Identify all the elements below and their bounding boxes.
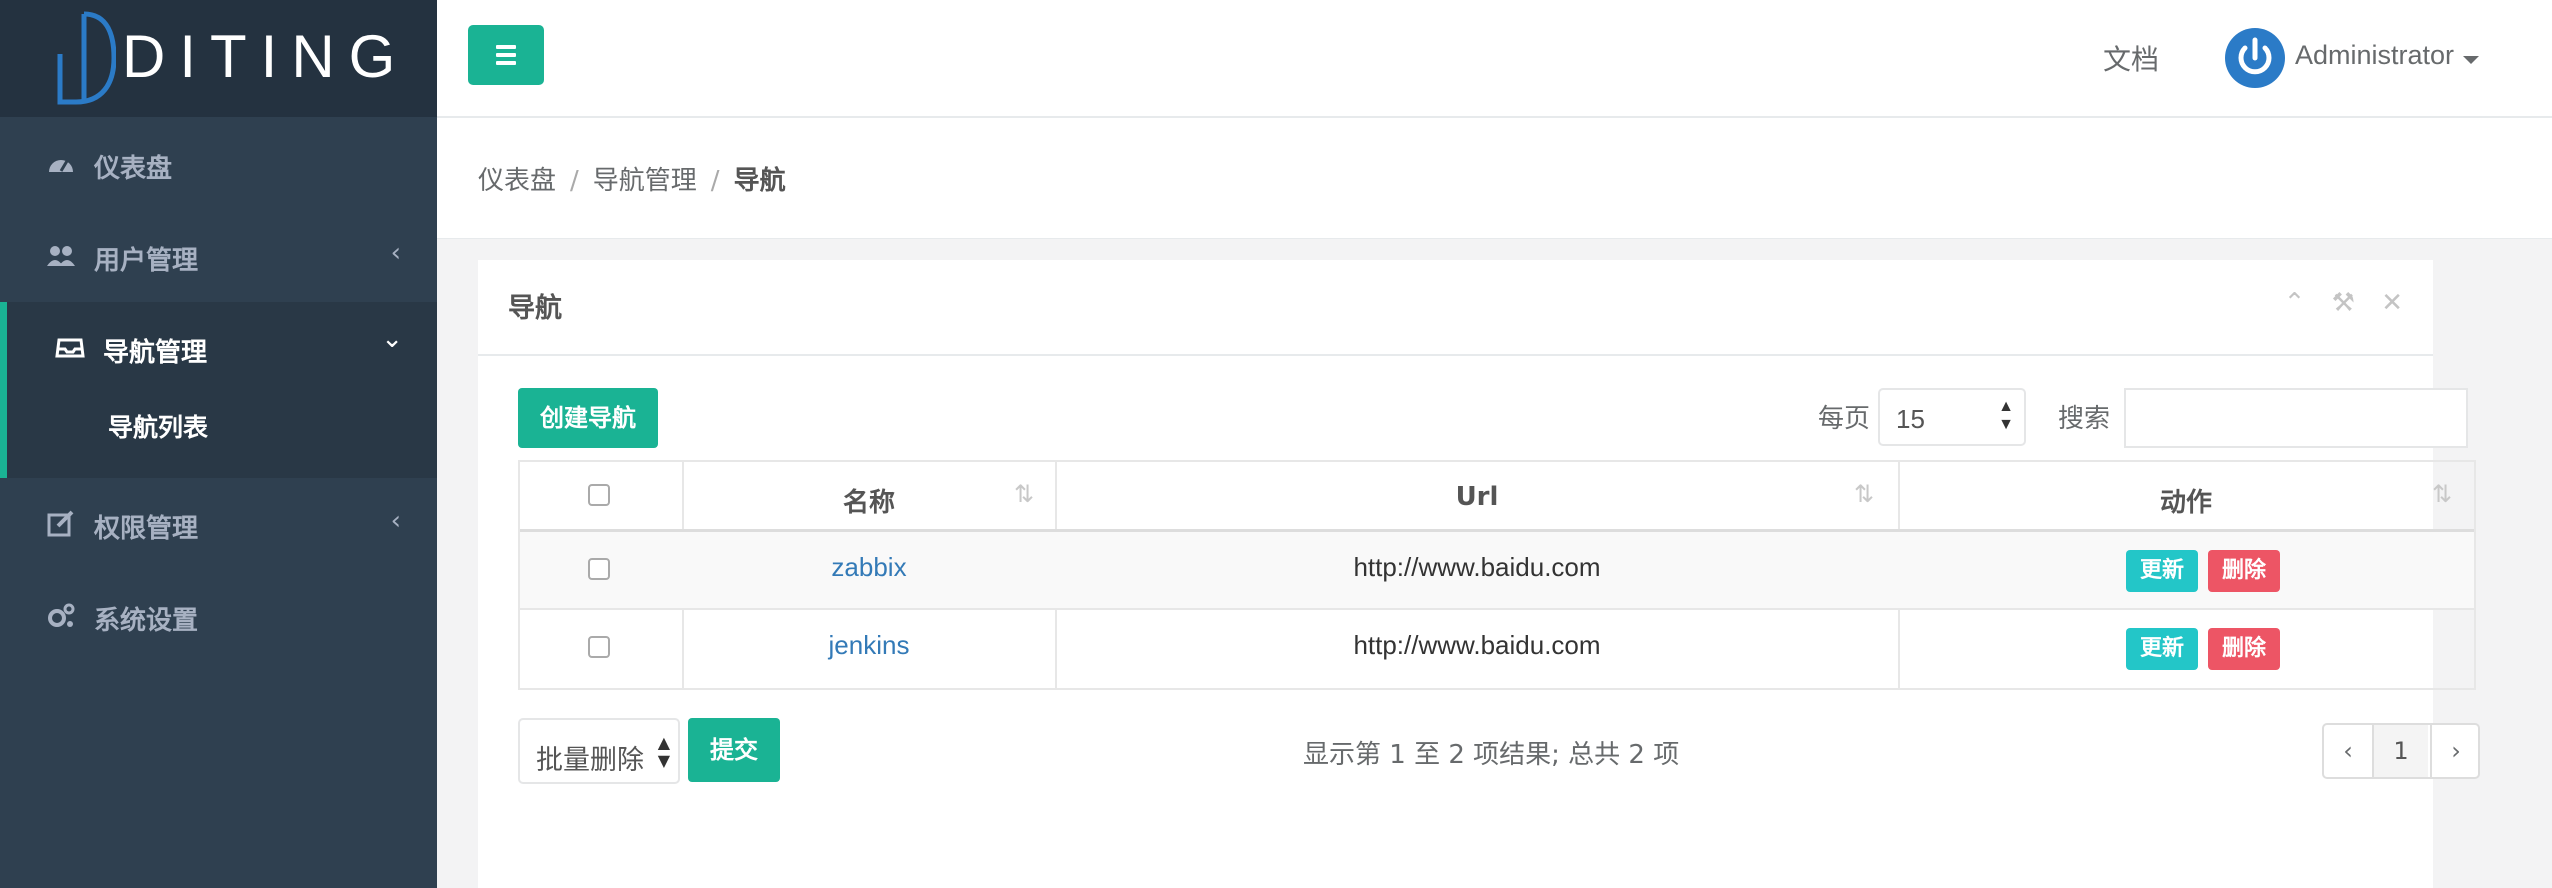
sidebar-item-navigation[interactable]: 导航管理 ⌄ <box>0 302 437 478</box>
column-header-actions[interactable]: 动作 <box>1900 482 2472 519</box>
sidebar-item-label: 系统设置 <box>94 606 199 636</box>
menu-bar <box>496 53 516 57</box>
avatar-power-glyph <box>2238 37 2272 75</box>
sidebar: DITING 仪表盘 用户管理 ‹ 导航管理 ⌄ 导航列表 权限管理 ‹ 系统设… <box>0 0 437 888</box>
sidebar-item-label: 权限管理 <box>94 514 199 544</box>
breadcrumb-item-dashboard[interactable]: 仪表盘 <box>478 166 556 196</box>
sidebar-item-dashboard[interactable]: 仪表盘 <box>0 118 437 210</box>
chevron-left-icon: ‹ <box>390 506 401 536</box>
breadcrumb-separator: / <box>570 166 579 196</box>
pagination: ‹ 1 › <box>2322 723 2480 779</box>
navigation-table: 名称 ⇅ Url ⇅ 动作 ⇅ zabbix http://www.baidu.… <box>518 460 2476 690</box>
breadcrumb-separator: / <box>710 166 720 196</box>
cogs-icon <box>48 603 75 627</box>
menu-toggle-button[interactable] <box>468 25 544 85</box>
search-label: 搜索 <box>2058 404 2111 434</box>
breadcrumb-item-nav-management[interactable]: 导航管理 <box>593 166 697 196</box>
per-page-value: 15 <box>1896 404 1925 434</box>
select-all-checkbox[interactable] <box>588 484 610 506</box>
sidebar-item-label: 仪表盘 <box>94 154 173 184</box>
delete-button[interactable]: 删除 <box>2208 628 2280 670</box>
collapse-icon[interactable]: ⌃ <box>2284 288 2306 318</box>
users-icon <box>47 246 75 266</box>
menu-bar <box>496 45 516 49</box>
update-button[interactable]: 更新 <box>2126 550 2198 592</box>
next-page-button[interactable]: › <box>2430 725 2480 777</box>
column-header-url[interactable]: Url <box>1057 482 1897 512</box>
per-page-select[interactable]: 15 ▲ ▼ <box>1878 388 2026 446</box>
sidebar-item-label: 用户管理 <box>94 246 199 276</box>
submit-button[interactable]: 提交 <box>688 718 780 782</box>
top-navbar: 文档 Administrator <box>437 0 2552 118</box>
panel-header: 导航 ⌃ ⚒ ✕ <box>478 260 2433 356</box>
power-icon[interactable] <box>2225 28 2285 88</box>
user-menu[interactable]: Administrator <box>2295 40 2454 71</box>
dashboard-icon <box>49 160 73 172</box>
wrench-icon[interactable]: ⚒ <box>2332 288 2355 318</box>
logo[interactable]: DITING <box>0 0 437 117</box>
chevron-down-icon: ⌄ <box>381 324 403 354</box>
sidebar-item-navigation-header[interactable]: 导航管理 ⌄ <box>7 302 437 394</box>
row-checkbox[interactable] <box>588 558 610 580</box>
bulk-action-select[interactable]: 批量删除 ▲ ▼ <box>518 718 680 784</box>
update-button[interactable]: 更新 <box>2126 628 2198 670</box>
sidebar-item-users[interactable]: 用户管理 ‹ <box>0 210 437 302</box>
sort-icon[interactable]: ⇅ <box>1014 480 1034 508</box>
per-page-label: 每页 <box>1818 404 1871 434</box>
page-1-button[interactable]: 1 <box>2374 725 2428 777</box>
nav-name-link[interactable]: zabbix <box>684 552 1054 583</box>
pagination-info: 显示第 1 至 2 项结果; 总共 2 项 <box>1303 740 1680 770</box>
prev-page-button[interactable]: ‹ <box>2324 725 2374 777</box>
content-panel: 导航 ⌃ ⚒ ✕ 创建导航 每页 15 ▲ ▼ 搜索 名称 ⇅ Url ⇅ 动作 … <box>478 260 2480 888</box>
close-icon[interactable]: ✕ <box>2381 288 2403 318</box>
select-arrows-icon: ▲ ▼ <box>1998 398 2014 433</box>
sidebar-subitem-nav-list[interactable]: 导航列表 <box>108 408 208 444</box>
bulk-action-value: 批量删除 <box>536 745 644 776</box>
menu-bar <box>496 61 516 65</box>
select-arrows-icon: ▲ ▼ <box>657 733 670 770</box>
delete-button[interactable]: 删除 <box>2208 550 2280 592</box>
breadcrumb-current: 导航 <box>733 166 786 196</box>
table-row: jenkins http://www.baidu.com 更新 删除 <box>520 610 2474 688</box>
panel-title: 导航 <box>508 293 562 324</box>
panel-tools: ⌃ ⚒ ✕ <box>2266 288 2403 318</box>
sidebar-item-label: 导航管理 <box>103 338 208 368</box>
caret-down-icon[interactable] <box>2463 56 2479 64</box>
sort-icon[interactable]: ⇅ <box>1854 480 1874 508</box>
nav-url: http://www.baidu.com <box>1353 630 1601 660</box>
inbox-icon <box>55 338 85 358</box>
docs-link[interactable]: 文档 <box>2103 38 2159 78</box>
sidebar-item-permissions[interactable]: 权限管理 ‹ <box>0 478 437 570</box>
nav-name-link[interactable]: jenkins <box>684 630 1054 661</box>
sort-icon[interactable]: ⇅ <box>2432 480 2452 508</box>
logo-text: DITING <box>122 23 410 90</box>
logo-icon <box>57 11 116 105</box>
breadcrumb: 仪表盘 / 导航管理 / 导航 <box>478 160 786 197</box>
edit-icon <box>47 510 74 537</box>
sidebar-item-settings[interactable]: 系统设置 <box>0 570 437 662</box>
row-checkbox[interactable] <box>588 636 610 658</box>
chevron-left-icon: ‹ <box>390 238 401 268</box>
column-header-name[interactable]: 名称 <box>684 482 1054 519</box>
create-navigation-button[interactable]: 创建导航 <box>518 388 658 448</box>
search-input[interactable] <box>2124 388 2468 448</box>
page-heading: 仪表盘 / 导航管理 / 导航 <box>437 118 2552 239</box>
nav-url: http://www.baidu.com <box>1353 552 1601 582</box>
table-header-row: 名称 ⇅ Url ⇅ 动作 ⇅ <box>520 462 2474 532</box>
table-row: zabbix http://www.baidu.com 更新 删除 <box>520 532 2474 610</box>
